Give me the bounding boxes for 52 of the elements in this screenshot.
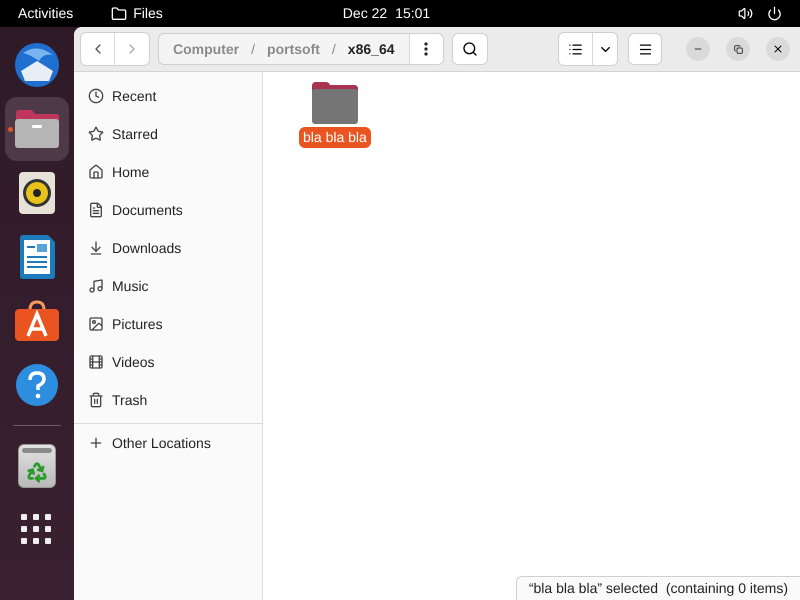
sidebar-item[interactable]: Music (74, 267, 262, 305)
app-grid-icon (21, 514, 53, 546)
list-icon (568, 42, 583, 56)
sidebar-item[interactable]: Home (74, 153, 262, 191)
folder-item[interactable]: bla bla bla (299, 82, 371, 148)
dock-item[interactable] (5, 97, 69, 161)
sidebar-item[interactable]: Other Locations (74, 424, 262, 462)
home-icon (88, 164, 104, 180)
more-options-button[interactable] (408, 34, 443, 64)
search-button[interactable] (452, 33, 488, 65)
clock-icon (88, 88, 104, 104)
date-text[interactable]: Dec 22 (342, 3, 388, 24)
app-name[interactable]: Files (133, 3, 163, 24)
folder-icon (312, 82, 358, 124)
film-icon (88, 354, 104, 370)
sidebar-item[interactable]: Trash (74, 381, 262, 419)
volume-icon[interactable] (738, 6, 753, 21)
sidebar-item[interactable]: Downloads (74, 229, 262, 267)
power-icon[interactable] (767, 6, 782, 21)
menu-button[interactable] (628, 33, 662, 65)
sidebar-item[interactable]: Documents (74, 191, 262, 229)
document-icon (88, 202, 104, 218)
trash-icon (88, 392, 104, 408)
close-button[interactable] (766, 37, 790, 61)
plus-icon (88, 435, 104, 451)
help-icon (15, 363, 59, 407)
maximize-icon (734, 44, 742, 54)
shopping-bag-icon (14, 300, 60, 342)
path-separator: / (251, 40, 256, 58)
download-icon (88, 240, 104, 256)
sidebar-item[interactable]: Videos (74, 343, 262, 381)
music-note-icon (88, 278, 104, 294)
menu-icon (638, 42, 652, 56)
star-icon (88, 126, 104, 142)
activities-button[interactable]: Activities (18, 3, 74, 24)
path-segment[interactable]: x86_64 (348, 38, 395, 60)
search-icon (462, 41, 478, 57)
sidebar-item[interactable]: Recent (74, 77, 262, 115)
document-icon (18, 234, 56, 280)
sidebar-item[interactable]: Starred (74, 115, 262, 153)
time-text[interactable]: 15:01 (395, 3, 430, 24)
trash-can-icon (18, 444, 56, 488)
maximize-button[interactable] (726, 37, 750, 61)
speaker-icon (18, 171, 56, 215)
status-bar: “bla bla bla” selected (containing 0 items) (516, 576, 800, 600)
path-separator: / (332, 40, 336, 58)
more-icon (424, 42, 428, 56)
sidebar-item[interactable]: Pictures (74, 305, 262, 343)
folder-icon (111, 6, 128, 22)
close-icon (772, 43, 784, 55)
folder-icon (14, 109, 60, 149)
image-icon (88, 316, 104, 332)
